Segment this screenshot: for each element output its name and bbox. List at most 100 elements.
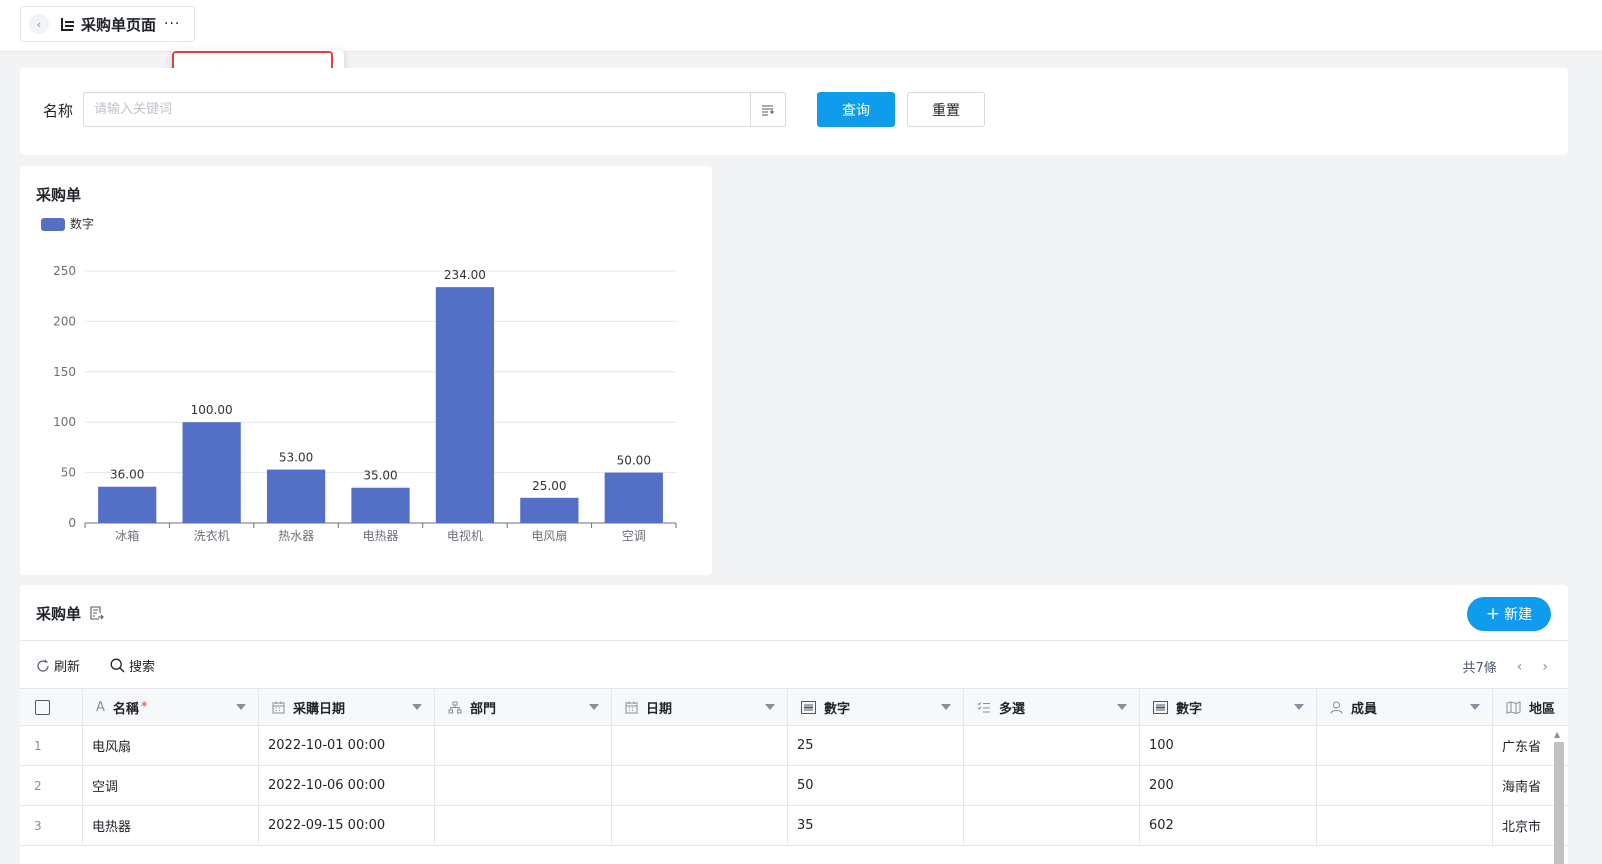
checklist-icon (977, 701, 991, 714)
table-cell[interactable] (435, 806, 612, 845)
table-cell[interactable]: 2022-10-01 00:00 (259, 726, 435, 765)
column-header[interactable]: 采購日期 (259, 689, 435, 725)
column-header[interactable]: 數字 (788, 689, 964, 725)
table-cell[interactable]: 50 (788, 766, 964, 805)
scrollbar-thumb[interactable] (1554, 742, 1564, 864)
chart-card: 采购单 数字 0 50 100 150 200 250 36.00 冰箱 100.00 洗衣机 53.… (20, 166, 712, 575)
column-header[interactable]: A 名稱 * (83, 689, 259, 725)
bar-chart: 数字 0 50 100 150 200 250 36.00 冰箱 100.00 洗衣机 53.00 热水… (41, 216, 677, 543)
plus-icon: + (1485, 603, 1501, 624)
x-tick-label: 电视机 (447, 528, 483, 543)
table-cell[interactable] (1317, 806, 1493, 845)
x-tick-label: 热水器 (278, 529, 314, 543)
column-header-label: 部門 (470, 701, 497, 717)
table-cell[interactable] (1317, 766, 1493, 805)
column-header[interactable]: 成員 (1317, 689, 1493, 725)
column-menu-caret-icon[interactable] (589, 704, 599, 710)
table-title: 采购单 (36, 603, 104, 624)
data-label: 25.00 (532, 479, 566, 493)
table-cell[interactable]: 25 (788, 726, 964, 765)
column-header[interactable]: 日期 (612, 689, 788, 725)
back-button[interactable]: ‹ (29, 14, 49, 34)
scroll-up-icon[interactable]: ▲ (1554, 730, 1560, 739)
table-cell[interactable] (964, 766, 1140, 805)
column-header[interactable]: 部門 (435, 689, 612, 725)
table-cell[interactable]: 602 (1140, 806, 1317, 845)
column-header-label: 采購日期 (293, 701, 346, 717)
column-menu-caret-icon[interactable] (941, 704, 951, 710)
column-menu-caret-icon[interactable] (1470, 704, 1480, 710)
y-tick-label: 200 (53, 314, 76, 328)
table-cell[interactable] (1317, 726, 1493, 765)
table-cell[interactable] (612, 806, 788, 845)
table-cell[interactable] (964, 726, 1140, 765)
select-all-checkbox[interactable] (35, 699, 50, 715)
column-header-label: 日期 (646, 701, 673, 717)
data-grid: A 名稱 * 采購日期 部門 日期 數字 多選 數字 成員 地區 1 电风扇 2022-10-01 00… (20, 688, 1568, 864)
refresh-button[interactable]: 刷新 (36, 656, 80, 675)
page-title-pill: ‹ 采购单页面 ··· (20, 6, 195, 42)
table-cell[interactable]: 35 (788, 806, 964, 845)
y-tick-label: 150 (53, 365, 76, 379)
new-record-button[interactable]: + 新建 (1467, 597, 1551, 631)
table-cell[interactable]: 2022-09-15 00:00 (259, 806, 435, 845)
column-menu-caret-icon[interactable] (1294, 704, 1304, 710)
column-menu-caret-icon[interactable] (1117, 704, 1127, 710)
page-title: 采购单页面 (81, 15, 157, 34)
bar (435, 287, 495, 523)
number-icon (1153, 700, 1168, 714)
legend-label: 数字 (70, 216, 94, 231)
search-button[interactable]: 搜索 (110, 656, 155, 675)
table-row[interactable]: 3 电热器 2022-09-15 00:00 35 602 北京市 (20, 806, 1568, 846)
table-row[interactable]: 2 空调 2022-10-06 00:00 50 200 海南省 (20, 766, 1568, 806)
prev-page-icon[interactable]: ‹ (1517, 659, 1523, 675)
bar (98, 486, 157, 523)
list-icon (61, 17, 75, 31)
column-header[interactable]: 數字 (1140, 689, 1317, 725)
row-index: 1 (20, 726, 83, 765)
export-icon[interactable] (89, 606, 104, 621)
table-cell[interactable]: 2022-10-06 00:00 (259, 766, 435, 805)
x-tick-label: 电热器 (362, 529, 398, 543)
y-tick-label: 0 (68, 516, 76, 530)
grid-header-row: A 名稱 * 采購日期 部門 日期 數字 多選 數字 成員 地區 (20, 689, 1568, 726)
table-cell[interactable]: 100 (1140, 726, 1317, 765)
table-row[interactable]: 1 电风扇 2022-10-01 00:00 25 100 广东省 (20, 726, 1568, 766)
bar (351, 487, 410, 523)
y-tick-label: 100 (53, 415, 76, 429)
bar (182, 422, 241, 523)
table-cell[interactable] (435, 766, 612, 805)
filter-options-button[interactable] (750, 93, 785, 126)
total-count: 共7條 (1462, 661, 1497, 676)
column-header[interactable]: 地區 (1493, 689, 1568, 725)
table-cell[interactable] (435, 726, 612, 765)
reset-button[interactable]: 重置 (907, 92, 985, 127)
table-cell[interactable] (612, 726, 788, 765)
search-icon (110, 658, 125, 673)
data-label: 53.00 (279, 451, 313, 465)
required-marker: * (140, 699, 148, 715)
name-search-field (83, 92, 786, 127)
next-page-icon[interactable]: › (1542, 659, 1548, 675)
column-header[interactable]: 多選 (964, 689, 1140, 725)
table-cell[interactable] (964, 806, 1140, 845)
table-cell[interactable]: 电风扇 (83, 726, 259, 765)
column-menu-caret-icon[interactable] (412, 704, 422, 710)
table-cell[interactable]: 电热器 (83, 806, 259, 845)
y-tick-label: 50 (61, 466, 76, 480)
x-tick-label: 空调 (622, 529, 646, 543)
vertical-scrollbar[interactable]: ▲ (1552, 730, 1564, 864)
table-cell[interactable]: 200 (1140, 766, 1317, 805)
table-cell[interactable] (612, 766, 788, 805)
query-button[interactable]: 查询 (817, 92, 895, 127)
sort-lines-icon (762, 104, 774, 116)
table-cell[interactable]: 空调 (83, 766, 259, 805)
data-label: 35.00 (363, 469, 397, 483)
column-header-label: 名稱 (112, 701, 139, 717)
name-search-input[interactable] (84, 93, 750, 126)
column-menu-caret-icon[interactable] (236, 704, 246, 710)
data-label: 36.00 (110, 468, 144, 482)
more-button[interactable]: ··· (164, 16, 180, 32)
search-label: 搜索 (129, 660, 156, 675)
column-menu-caret-icon[interactable] (765, 704, 775, 710)
